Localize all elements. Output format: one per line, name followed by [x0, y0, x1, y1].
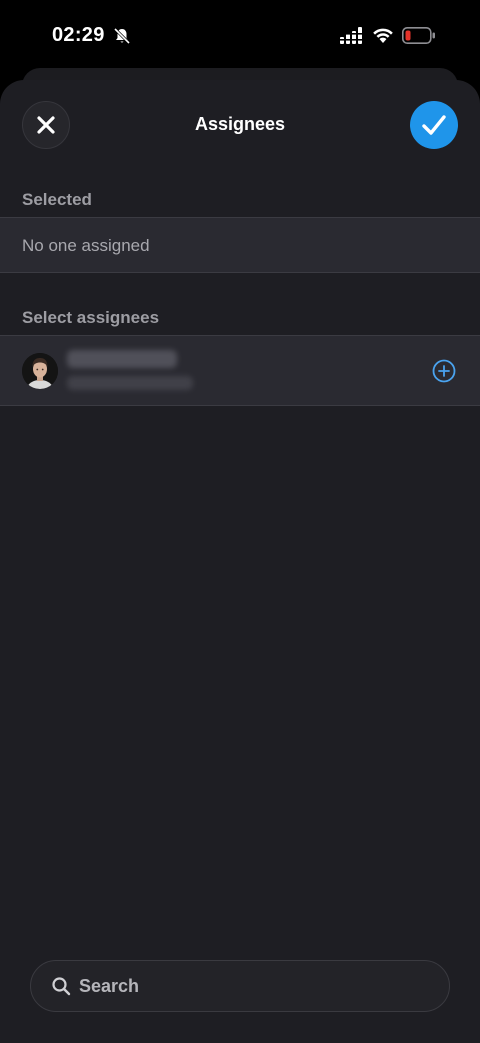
user-name-redacted	[67, 350, 177, 368]
select-assignees-label: Select assignees	[22, 308, 160, 327]
user-detail-redacted	[67, 376, 193, 390]
status-bar: 02:29	[0, 0, 480, 70]
screen: 02:29 Assignees Selected No one assigned…	[0, 0, 480, 1043]
add-circle-icon[interactable]	[432, 359, 456, 383]
bell-muted-icon	[113, 27, 131, 45]
search-icon	[52, 977, 71, 996]
wifi-icon	[373, 28, 393, 43]
selected-section-label: Selected	[22, 190, 92, 209]
search-input[interactable]: Search	[30, 960, 450, 1012]
no-assignee-text: No one assigned	[22, 236, 150, 255]
search-placeholder: Search	[79, 976, 140, 996]
checkmark-icon	[422, 115, 446, 135]
avatar	[22, 353, 58, 389]
battery-icon	[402, 27, 435, 44]
status-time: 02:29	[52, 24, 105, 46]
signal-icon	[340, 27, 362, 44]
selected-assignees-row: No one assigned	[0, 217, 480, 273]
page-title: Assignees	[194, 114, 286, 134]
list-item[interactable]	[0, 335, 480, 406]
confirm-button[interactable]	[410, 101, 458, 149]
